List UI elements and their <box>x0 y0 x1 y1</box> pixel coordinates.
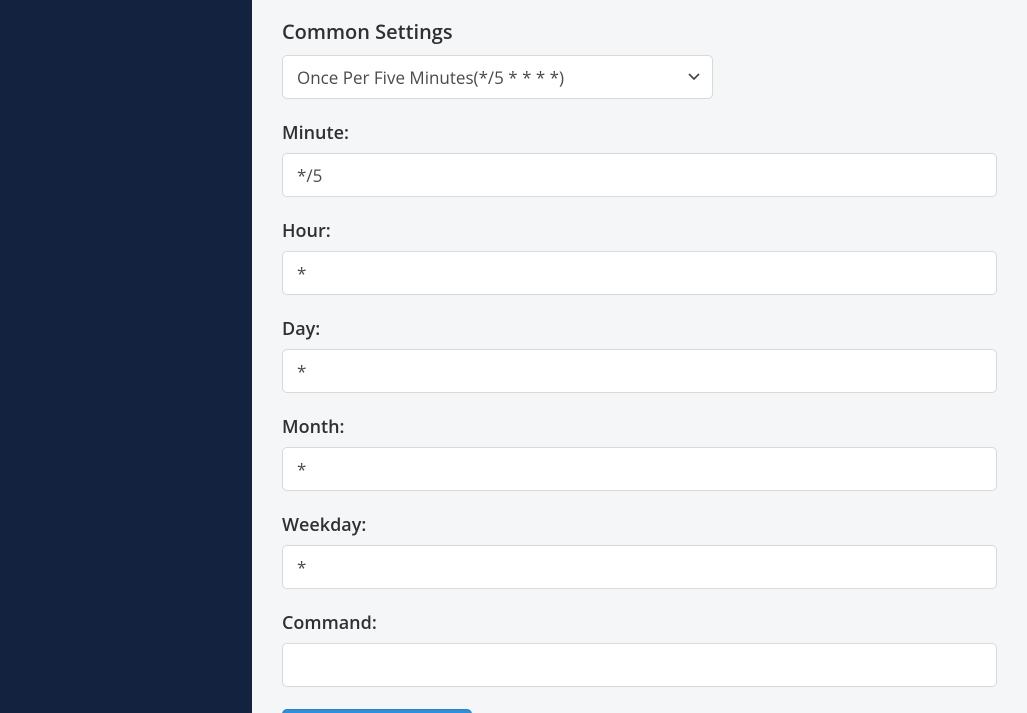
hour-label: Hour: <box>282 219 997 243</box>
weekday-input[interactable] <box>282 545 997 589</box>
common-settings-group: Common Settings Once Per Five Minutes(*/… <box>282 18 997 99</box>
day-input[interactable] <box>282 349 997 393</box>
day-group: Day: Every Day (*) <box>282 317 997 393</box>
minute-input[interactable] <box>282 153 997 197</box>
month-group: Month: Every Month (*) <box>282 415 997 491</box>
add-cron-job-button[interactable]: Add New Cron Job <box>282 709 472 713</box>
weekday-group: Weekday: Every Day (*) <box>282 513 997 589</box>
hour-input[interactable] <box>282 251 997 295</box>
sidebar <box>0 0 252 713</box>
minute-group: Minute: Once Per Five Minutes(*/5) <box>282 121 997 197</box>
command-input[interactable] <box>282 643 997 687</box>
month-input[interactable] <box>282 447 997 491</box>
weekday-label: Weekday: <box>282 513 997 537</box>
hour-group: Hour: Every Hour (*) <box>282 219 997 295</box>
month-label: Month: <box>282 415 997 439</box>
cron-job-form: Common Settings Once Per Five Minutes(*/… <box>252 0 1027 713</box>
day-label: Day: <box>282 317 997 341</box>
command-group: Command: <box>282 611 997 687</box>
common-settings-select[interactable]: Once Per Five Minutes(*/5 * * * *) <box>282 55 713 99</box>
common-settings-heading: Common Settings <box>282 18 997 45</box>
command-label: Command: <box>282 611 997 635</box>
minute-label: Minute: <box>282 121 997 145</box>
